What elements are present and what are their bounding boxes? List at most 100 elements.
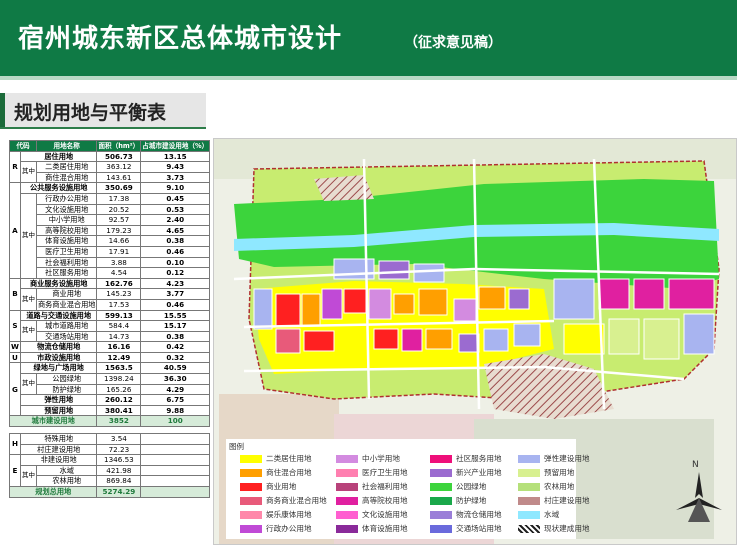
row-name: 商住混合用地 <box>35 171 98 184</box>
legend-swatch <box>240 469 262 477</box>
row-ratio: 2.40 <box>140 214 211 226</box>
row-ratio: 0.32 <box>140 351 211 364</box>
legend-item: 水域 <box>518 509 559 520</box>
legend-swatch <box>336 497 358 505</box>
total-all-row: 规划总用地 5274.29 <box>8 486 211 498</box>
table-row: 交通场站用地 14.73 0.38 <box>10 330 211 343</box>
legend-label: 高等院校用地 <box>362 496 408 505</box>
legend-swatch <box>518 511 540 519</box>
row-area: 20.52 <box>96 203 142 216</box>
row-area: 179.23 <box>96 224 142 237</box>
total-build-ratio: 100 <box>140 415 211 428</box>
table-row: S 道路与交通设施用地 599.13 15.55 <box>9 309 211 343</box>
row-name: 道路与交通设施用地 <box>19 309 98 322</box>
row-area: 350.69 <box>96 182 142 194</box>
row-name: 商业用地 <box>35 288 98 300</box>
legend-swatch <box>336 483 358 491</box>
row-code: B <box>9 277 21 311</box>
map-legend: 图例 二类居住用地 商住混合用地 商业用地 商务商业混合用地 娱乐康体用地 行政办公用地 中… <box>226 439 590 539</box>
row-name: 行政办公用地 <box>35 192 98 205</box>
row-ratio: 9.10 <box>140 182 211 194</box>
section-accent-bar <box>0 93 5 127</box>
table-row: 其中 行政办公用地 17.38 0.45 <box>10 192 211 279</box>
row-name: 高等院校用地 <box>35 224 98 237</box>
table-row: R 居住用地 506.73 13.15 <box>9 150 211 184</box>
compass-icon <box>676 472 722 522</box>
legend-item: 公园绿地 <box>430 481 486 492</box>
row-ratio-empty <box>140 433 211 445</box>
total-build-name: 城市建设用地 <box>8 415 98 428</box>
total-all-ratio-empty <box>140 486 211 498</box>
legend-label: 村庄建设用地 <box>544 496 590 505</box>
table-row: A 公共服务设施用地 350.69 9.10 <box>9 182 211 279</box>
row-subgroup: 其中 <box>19 464 37 488</box>
row-code: H <box>9 433 21 456</box>
row-name: 中小学用地 <box>35 214 98 226</box>
row-area: 14.73 <box>96 330 142 343</box>
table-row: 防护绿地 165.26 4.29 <box>10 383 211 396</box>
row-name: 公园绿地 <box>35 373 98 385</box>
row-name: 非建设用地 <box>19 454 98 466</box>
table-row: E 非建设用地 1346.53 <box>9 454 211 487</box>
col-area: 面积（hm²） <box>96 140 142 152</box>
legend-item: 社会福利用地 <box>336 481 408 492</box>
legend-label: 公园绿地 <box>456 482 487 491</box>
row-name: 社区服务用地 <box>35 267 98 279</box>
legend-label: 二类居住用地 <box>266 454 312 463</box>
row-ratio: 0.10 <box>140 256 211 269</box>
legend-label: 水域 <box>544 510 560 519</box>
table-row: 中小学用地 92.57 2.40 <box>10 214 211 226</box>
legend-swatch <box>518 497 540 505</box>
row-code: U <box>9 351 21 364</box>
row-name: 农林用地 <box>35 475 98 487</box>
row-code: A <box>9 182 21 279</box>
legend-item: 防护绿地 <box>430 495 486 506</box>
row-code: W <box>9 341 21 353</box>
legend-swatch <box>336 511 358 519</box>
table-row: 商住混合用地 143.61 3.73 <box>10 171 211 184</box>
total-all-area: 5274.29 <box>96 486 142 498</box>
table-row: B 商业服务设施用地 162.76 4.23 <box>9 277 211 311</box>
legend-item: 二类居住用地 <box>240 453 312 464</box>
row-area: 17.38 <box>96 192 142 205</box>
legend-item: 商业用地 <box>240 481 296 492</box>
row-ratio: 4.23 <box>140 277 211 290</box>
row-name: 防护绿地 <box>35 383 98 396</box>
legend-item: 预留用地 <box>518 467 574 478</box>
legend-swatch <box>430 455 452 463</box>
north-arrow: N <box>670 460 728 530</box>
legend-swatch <box>518 469 540 477</box>
planning-map[interactable]: 图例 二类居住用地 商住混合用地 商业用地 商务商业混合用地 娱乐康体用地 行政办公用地 中… <box>213 138 737 545</box>
col-code: 代码 <box>9 140 37 152</box>
row-area: 599.13 <box>96 309 142 322</box>
row-area: 3.54 <box>96 433 142 445</box>
table-row: 体育设施用地 14.66 0.38 <box>10 235 211 247</box>
legend-item: 弹性建设用地 <box>518 453 590 464</box>
legend-label: 文化设施用地 <box>362 510 408 519</box>
legend-item: 中小学用地 <box>336 453 400 464</box>
row-ratio: 0.45 <box>140 192 211 205</box>
legend-item: 体育设施用地 <box>336 523 408 534</box>
table-gap <box>10 427 210 434</box>
page-subtitle: （征求意见稿） <box>404 35 502 51</box>
row-area: 506.73 <box>96 150 142 163</box>
table-row: 商务商业混合用地 17.53 0.46 <box>10 298 211 311</box>
row-name: 绿地与广场用地 <box>19 362 98 375</box>
row-name: 预留用地 <box>19 404 98 417</box>
row-area: 363.12 <box>96 161 142 173</box>
row-area: 162.76 <box>96 277 142 290</box>
row-ratio: 13.15 <box>140 150 211 163</box>
legend-swatch <box>518 483 540 491</box>
row-name: 体育设施用地 <box>35 235 98 247</box>
legend-label: 预留用地 <box>544 468 575 477</box>
table-row: 其中 城市道路用地 584.4 15.17 <box>10 320 211 343</box>
row-area: 16.16 <box>96 341 142 353</box>
legend-label: 新兴产业用地 <box>456 468 502 477</box>
legend-title: 图例 <box>229 442 244 451</box>
row-area: 3.88 <box>96 256 142 269</box>
row-area: 4.54 <box>96 267 142 279</box>
table-row: 社会福利用地 3.88 0.10 <box>10 256 211 269</box>
col-name: 用地名称 <box>35 140 98 152</box>
legend-swatch <box>240 455 262 463</box>
row-area: 17.91 <box>96 245 142 258</box>
